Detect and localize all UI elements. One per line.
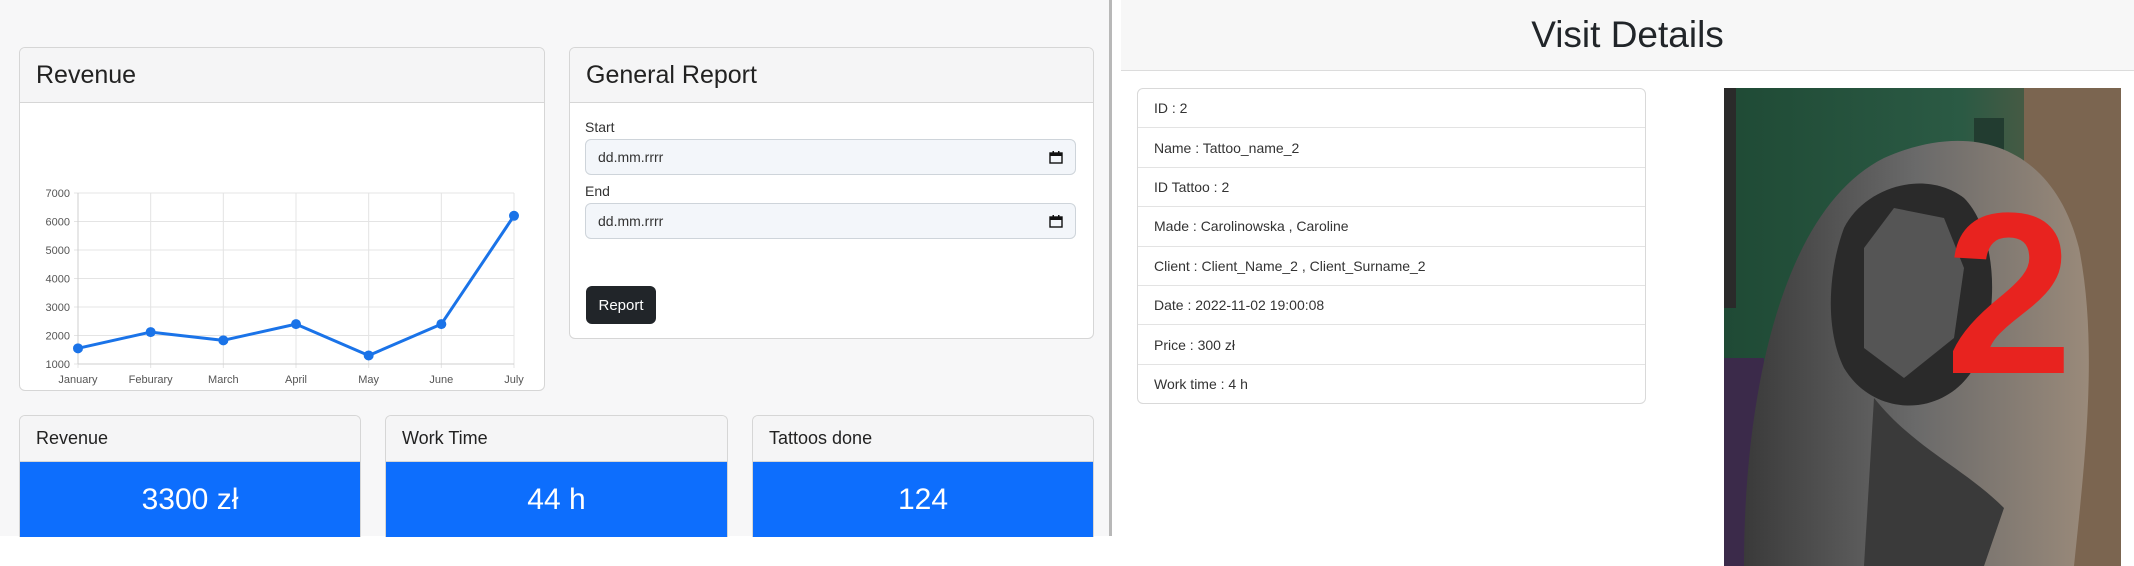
revenue-stat-value: 3300 zł	[20, 462, 360, 537]
work-time-stat-label: Work Time	[386, 416, 727, 462]
visit-details-list: ID : 2 Name : Tattoo_name_2 ID Tattoo : …	[1137, 88, 1646, 404]
x-tick-label: March	[208, 374, 239, 386]
revenue-chart-title: Revenue	[20, 48, 544, 103]
revenue-data-point	[218, 335, 229, 346]
visit-date-row: Date : 2022-11-02 19:00:08	[1138, 286, 1645, 326]
end-date-input[interactable]: dd.mm.rrrr	[585, 203, 1076, 239]
revenue-data-point	[363, 350, 374, 361]
revenue-data-point	[145, 327, 156, 338]
tattoos-done-stat-label: Tattoos done	[753, 416, 1093, 462]
dashboard-pane: Revenue 1000 2000 3000 4000 5000 6000 7000 Janu…	[0, 0, 1110, 537]
report-button[interactable]: Report	[586, 286, 656, 324]
x-tick-label: July	[504, 374, 524, 386]
revenue-stat-card: Revenue 3300 zł	[19, 415, 361, 537]
start-date-value: dd.mm.rrrr	[598, 149, 664, 165]
revenue-data-point	[436, 319, 447, 330]
revenue-data-point	[291, 319, 301, 330]
revenue-data-point	[73, 343, 83, 354]
y-tick-label: 6000	[46, 217, 70, 229]
photo-number-label: 2	[1945, 165, 2073, 422]
visit-made-row: Made : Carolinowska , Caroline	[1138, 207, 1645, 247]
visit-name-row: Name : Tattoo_name_2	[1138, 128, 1645, 168]
tattoos-done-stat-card: Tattoos done 124	[752, 415, 1094, 537]
visit-price-row: Price : 300 zł	[1138, 325, 1645, 365]
work-time-stat-card: Work Time 44 h	[385, 415, 728, 537]
revenue-data-point	[509, 210, 519, 221]
visit-tattoo-id-row: ID Tattoo : 2	[1138, 168, 1645, 208]
y-tick-label: 2000	[46, 331, 70, 343]
x-tick-label: April	[285, 374, 307, 386]
y-tick-label: 1000	[46, 359, 70, 371]
revenue-line-chart: 1000 2000 3000 4000 5000 6000 7000 January Febur…	[46, 188, 525, 386]
start-label: Start	[585, 119, 615, 135]
tattoos-done-stat-value: 124	[753, 462, 1093, 537]
x-tick-label: Feburary	[129, 374, 174, 386]
general-report-card: General Report Start dd.mm.rrrr End dd.m…	[569, 47, 1094, 339]
y-tick-label: 3000	[46, 302, 70, 314]
revenue-chart-card: Revenue 1000 2000 3000 4000 5000 6000 7000 Janu…	[19, 47, 545, 391]
visit-details-title: Visit Details	[1121, 0, 2134, 71]
x-tick-label: June	[429, 374, 453, 386]
visit-client-row: Client : Client_Name_2 , Client_Surname_…	[1138, 247, 1645, 286]
y-tick-label: 7000	[46, 188, 70, 200]
calendar-icon[interactable]	[1049, 214, 1063, 228]
general-report-title: General Report	[570, 48, 1093, 103]
visit-id-row: ID : 2	[1138, 89, 1645, 129]
work-time-stat-value: 44 h	[386, 462, 727, 537]
y-tick-label: 5000	[46, 245, 70, 257]
x-tick-label: May	[358, 374, 379, 386]
visit-work-time-row: Work time : 4 h	[1154, 376, 1248, 393]
revenue-stat-label: Revenue	[20, 416, 360, 462]
start-date-input[interactable]: dd.mm.rrrr	[585, 139, 1076, 175]
tattoo-photo: 2	[1724, 88, 2121, 566]
y-tick-label: 4000	[46, 274, 70, 286]
end-date-value: dd.mm.rrrr	[598, 213, 664, 229]
pane-divider[interactable]	[1109, 0, 1112, 536]
end-label: End	[585, 183, 610, 199]
x-tick-label: January	[58, 374, 98, 386]
calendar-icon[interactable]	[1049, 150, 1063, 164]
